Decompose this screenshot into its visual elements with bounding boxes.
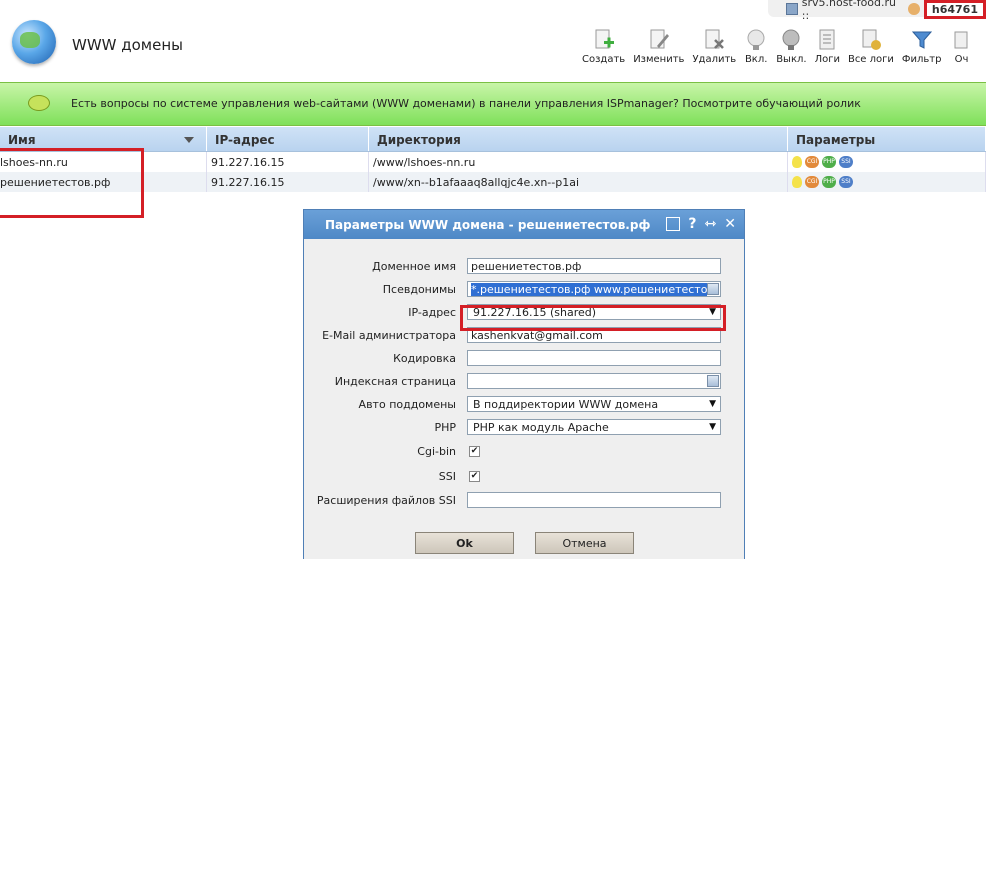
- cgi-checkbox[interactable]: ✔: [469, 446, 480, 457]
- user-icon: [908, 2, 920, 15]
- bulb-on-icon: [747, 29, 765, 50]
- cell-params: CGI PHP SSI: [788, 172, 986, 192]
- field-encoding: Кодировка: [304, 350, 746, 368]
- field-cgi: Cgi-bin ✔: [417, 445, 480, 458]
- field-autosub: Авто поддомены В поддиректории WWW домен…: [304, 396, 746, 414]
- ssi-icon: SSI: [839, 176, 853, 188]
- cell-dir: /www/lshoes-nn.ru: [369, 152, 788, 172]
- cgi-icon: CGI: [805, 176, 819, 188]
- filter-label: Фильтр: [901, 54, 942, 65]
- domain-params-dialog: Параметры WWW домена - решениетестов.рф …: [303, 209, 745, 559]
- logs-button[interactable]: Логи: [811, 28, 844, 65]
- ssi-icon: SSI: [839, 156, 853, 168]
- create-label: Создать: [582, 54, 626, 65]
- bulb-icon: [792, 176, 802, 188]
- filter-button[interactable]: Фильтр: [898, 28, 946, 65]
- index-input[interactable]: [467, 373, 721, 389]
- sort-down-icon[interactable]: [184, 137, 194, 143]
- close-icon[interactable]: ✕: [724, 217, 736, 231]
- help-icon[interactable]: ?: [688, 217, 696, 231]
- clear-icon: [954, 31, 968, 49]
- aliases-input[interactable]: *.решениетестов.рф www.решениетесто: [467, 281, 721, 297]
- user-name[interactable]: h64761: [923, 0, 986, 19]
- domain-input[interactable]: решениетестов.рф: [467, 258, 721, 274]
- ok-button[interactable]: Ok: [415, 532, 514, 554]
- enable-label: Вкл.: [744, 54, 768, 65]
- banner-link[interactable]: Есть вопросы по системе управления web-с…: [71, 97, 861, 110]
- encoding-input[interactable]: [467, 350, 721, 366]
- php-icon: PHP: [822, 156, 836, 168]
- autosub-select[interactable]: В поддиректории WWW домена ▼: [467, 396, 721, 412]
- bulb-off-icon: [782, 29, 800, 50]
- ssi-ext-input[interactable]: [467, 492, 721, 508]
- aliases-highlight-box: [460, 305, 726, 331]
- clear-label: Оч: [954, 54, 969, 65]
- ssi-checkbox[interactable]: ✔: [469, 471, 480, 482]
- php-icon: PHP: [822, 176, 836, 188]
- col-ip[interactable]: IP-адрес: [207, 127, 369, 151]
- all-logs-label: Все логи: [847, 54, 894, 65]
- index-spinner-icon[interactable]: [707, 375, 719, 387]
- dialog-controls: ? ⇿ ✕: [666, 217, 736, 231]
- edit-button[interactable]: Изменить: [629, 28, 688, 65]
- dropdown-arrow-icon: ▼: [709, 422, 716, 432]
- col-params[interactable]: Параметры: [788, 127, 986, 151]
- dropdown-arrow-icon: ▼: [709, 399, 716, 409]
- filter-icon: [911, 31, 932, 49]
- clear-button[interactable]: Оч: [945, 28, 977, 65]
- bulb-icon: [792, 156, 802, 168]
- delete-button[interactable]: Удалить: [688, 28, 740, 65]
- logs-icon: [819, 29, 835, 50]
- expand-icon[interactable]: ⇿: [705, 217, 717, 231]
- disable-label: Выкл.: [776, 54, 807, 65]
- col-dir[interactable]: Директория: [369, 127, 788, 151]
- toolbar: Создать Изменить Удалить Вкл. Выкл. Логи…: [578, 28, 977, 65]
- all-logs-icon: [862, 29, 881, 50]
- field-ssiext: Расширения файлов SSI: [304, 492, 746, 510]
- cell-dir: /www/xn--b1afaaaq8allqjc4e.xn--p1ai: [369, 172, 788, 192]
- dialog-title: Параметры WWW домена - решениетестов.рф: [325, 217, 651, 232]
- edit-icon: [650, 29, 669, 49]
- field-ssi: SSI ✔: [438, 470, 480, 483]
- create-icon: [595, 29, 614, 49]
- edit-label: Изменить: [633, 54, 685, 65]
- minimize-icon[interactable]: [666, 217, 681, 231]
- delete-icon: [705, 29, 725, 49]
- globe-icon: [12, 20, 56, 64]
- server-icon: [786, 2, 798, 15]
- enable-button[interactable]: Вкл.: [740, 28, 772, 65]
- field-index: Индексная страница: [304, 373, 746, 391]
- domains-table: Имя IP-адрес Директория Параметры lshoes…: [0, 127, 986, 192]
- page-title: WWW домены: [72, 36, 184, 54]
- aliases-spinner-icon[interactable]: [707, 283, 719, 295]
- info-banner: Есть вопросы по системе управления web-с…: [0, 82, 986, 126]
- cgi-icon: CGI: [805, 156, 819, 168]
- cancel-button[interactable]: Отмена: [535, 532, 634, 554]
- field-domain: Доменное имя решениетестов.рф: [304, 258, 746, 276]
- table-row[interactable]: lshoes-nn.ru 91.227.16.15 /www/lshoes-nn…: [0, 152, 986, 172]
- disable-button[interactable]: Выкл.: [772, 28, 810, 65]
- create-button[interactable]: Создать: [578, 28, 629, 65]
- delete-label: Удалить: [692, 54, 737, 65]
- cell-params: CGI PHP SSI: [788, 152, 986, 172]
- logs-label: Логи: [814, 54, 840, 65]
- all-logs-button[interactable]: Все логи: [844, 28, 898, 65]
- speech-bubble-icon: [28, 95, 50, 111]
- table-header: Имя IP-адрес Директория Параметры: [0, 127, 986, 152]
- field-php: PHP PHP как модуль Apache ▼: [304, 419, 746, 437]
- highlight-box: [0, 148, 144, 218]
- table-row[interactable]: решениетестов.рф 91.227.16.15 /www/xn--b…: [0, 172, 986, 192]
- field-aliases: Псевдонимы *.решениетестов.рф www.решени…: [304, 281, 746, 299]
- php-select[interactable]: PHP как модуль Apache ▼: [467, 419, 721, 435]
- cell-ip: 91.227.16.15: [207, 172, 369, 192]
- server-bar: srv5.host-food.ru :: h64761: [768, 0, 986, 22]
- cell-ip: 91.227.16.15: [207, 152, 369, 172]
- header: WWW домены Создать Изменить Удалить Вкл.…: [0, 18, 986, 80]
- dialog-title-bar[interactable]: Параметры WWW домена - решениетестов.рф …: [304, 210, 744, 239]
